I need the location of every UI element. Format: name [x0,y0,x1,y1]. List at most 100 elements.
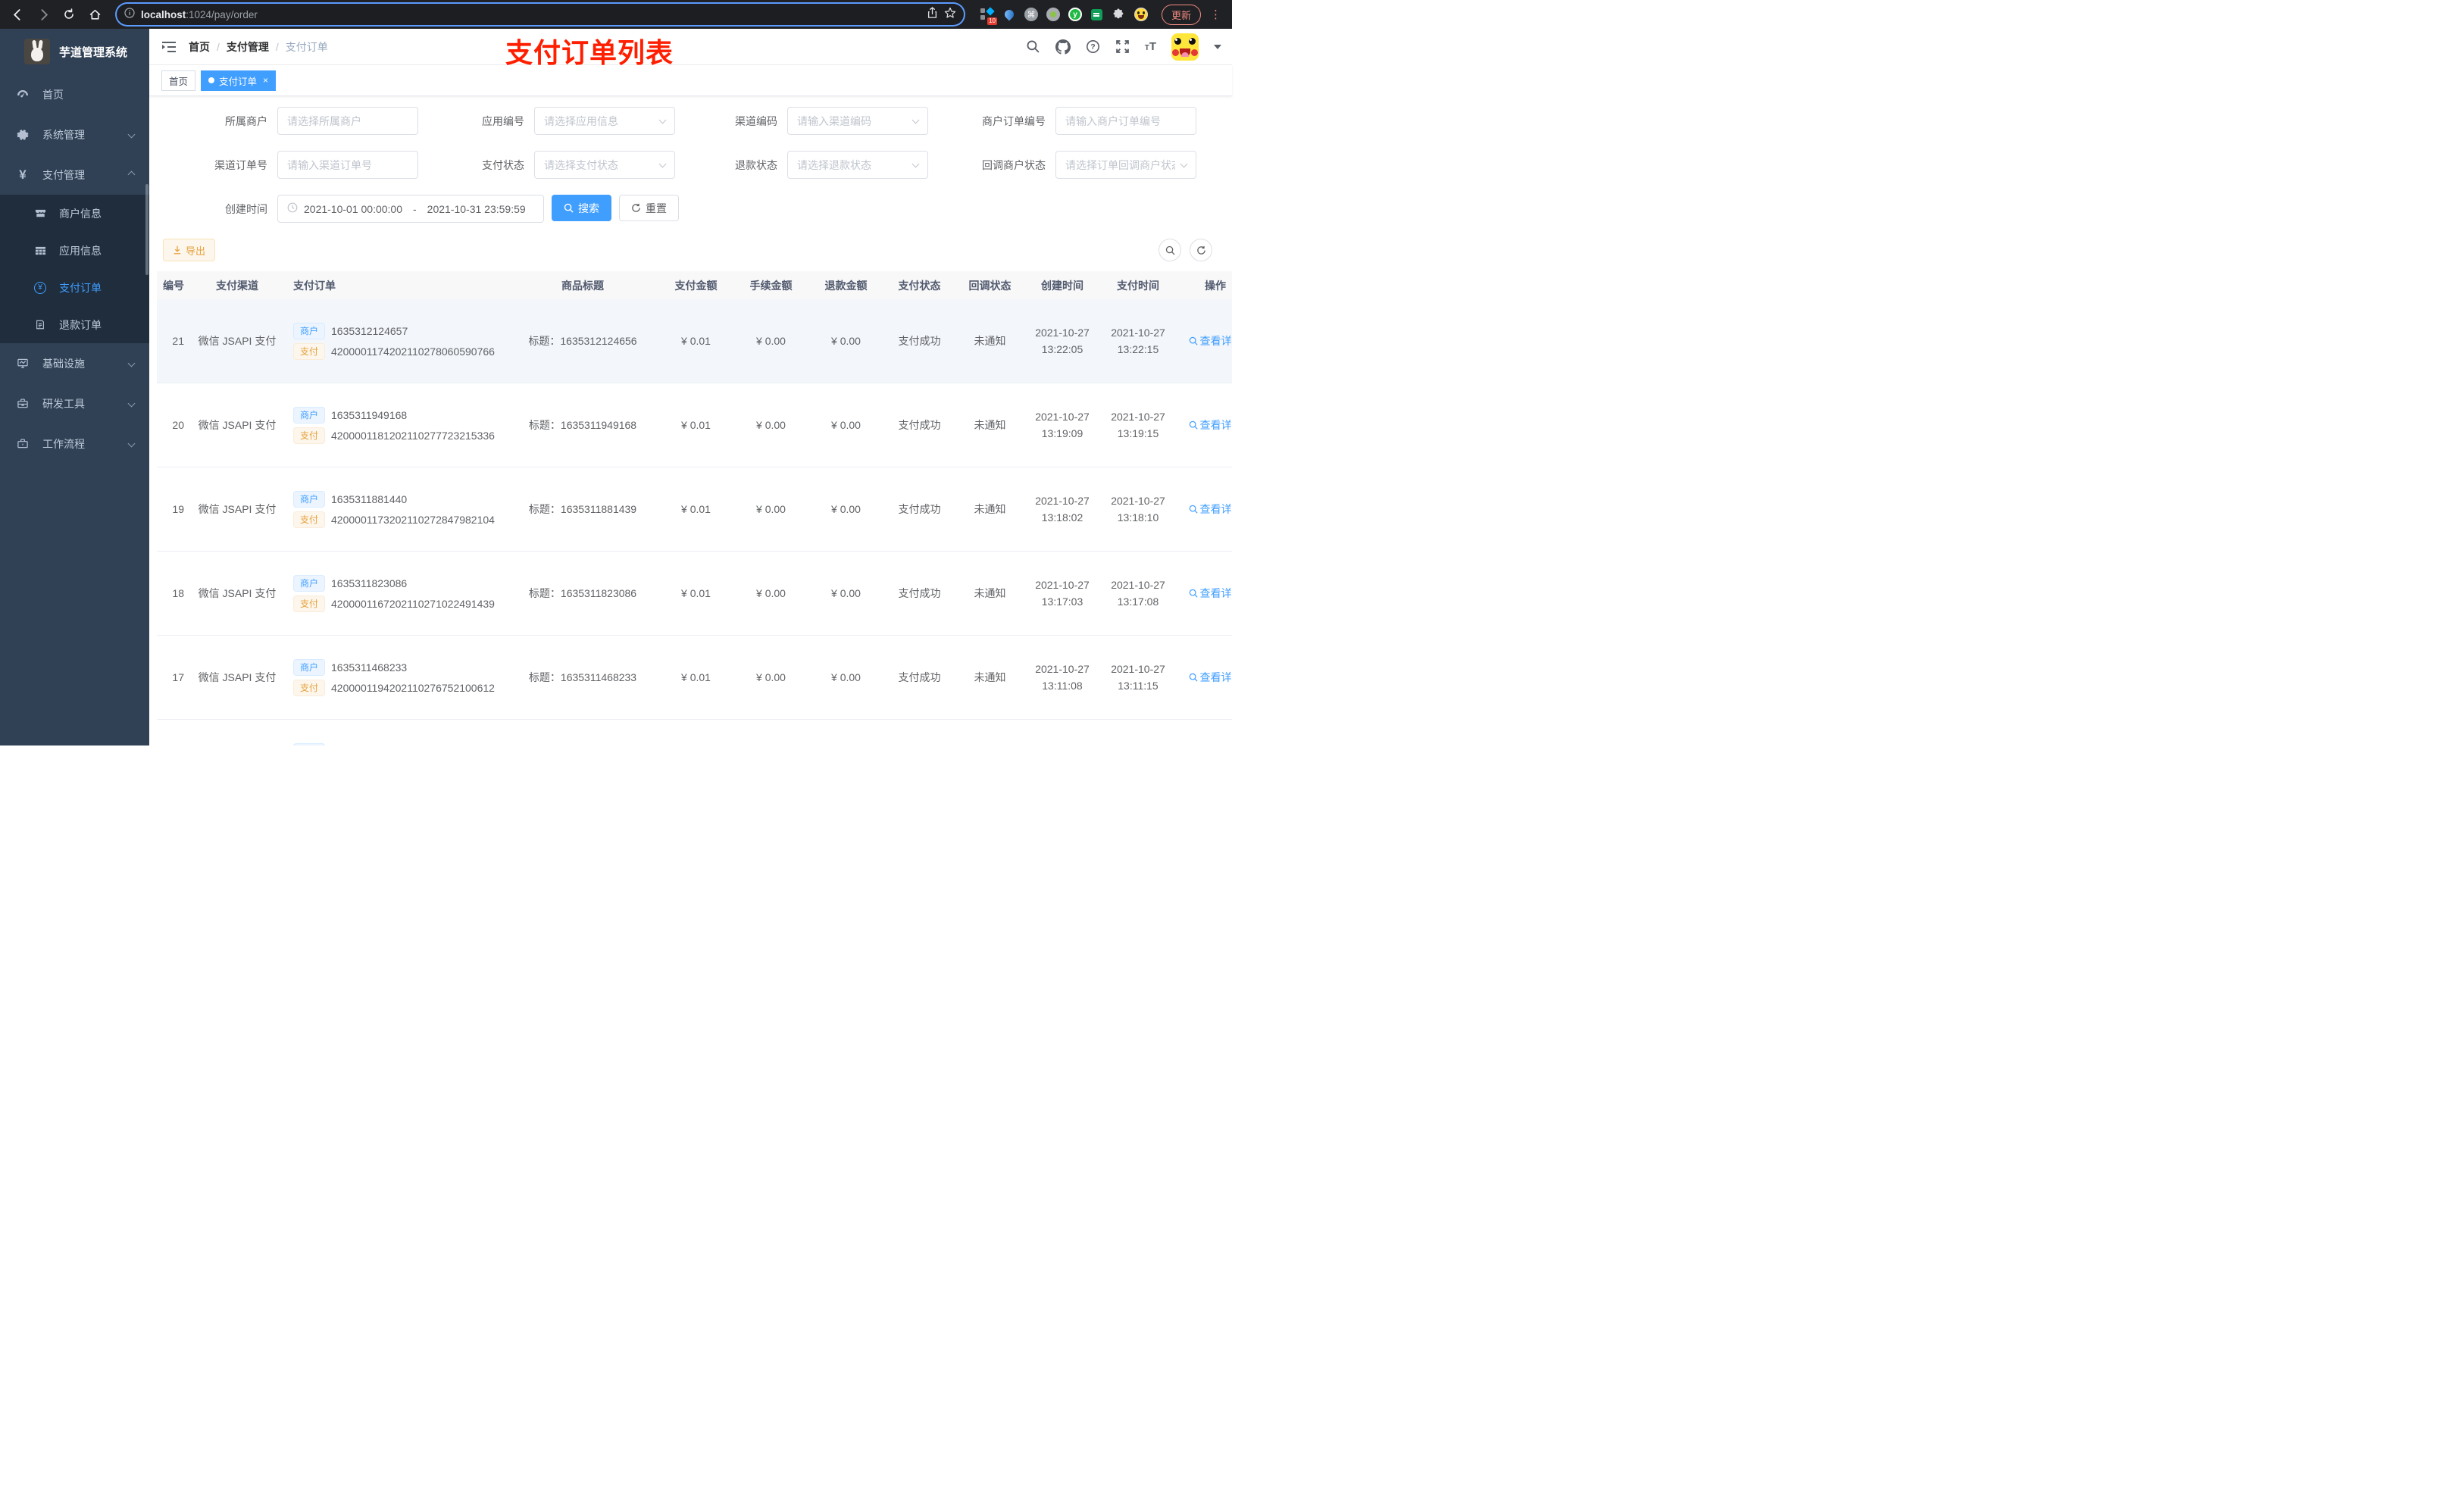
profile-emoji-icon[interactable] [1134,8,1148,21]
extension-recorder-icon[interactable] [1046,8,1060,21]
chevron-down-icon [658,116,667,123]
goods-title: 标题：1635311823086 [528,587,637,599]
channel-pay-no: 4200001194202110276752100612 [331,681,495,694]
orders-table: 编号 支付渠道 支付订单 商品标题 支付金额 手续金额 退款金额 支付状态 回调… [157,271,1232,746]
channel-code-select[interactable]: 请输入渠道编码 [787,107,928,135]
pay-channel: 微信 JSAPI 支付 [198,335,277,347]
extension-drop-icon[interactable] [1002,8,1016,21]
pay-status-select[interactable]: 请选择支付状态 [534,151,675,179]
view-detail-link[interactable]: 查看详情 [1189,417,1232,433]
channel-order-no-input[interactable]: 请输入渠道订单号 [277,151,418,179]
breadcrumb: 首页 / 支付管理 / 支付订单 [189,39,328,55]
fullscreen-icon[interactable] [1115,39,1130,54]
app-logo[interactable]: 芋道管理系统 [0,29,149,74]
sidebar-item-app-info[interactable]: 应用信息 [0,232,149,269]
paid-time: 2021-10-27 13:19:15 [1111,411,1165,439]
chevron-up-icon [127,170,136,179]
close-tab-icon[interactable]: × [263,75,268,86]
notify-status-select[interactable]: 请选择订单回调商户状态 [1055,151,1196,179]
created-time: 2021-10-27 13:22:05 [1035,327,1090,355]
sidebar-item-infra[interactable]: 基础设施 [0,343,149,383]
pay-status: 支付成功 [898,335,941,347]
fee-amount: ¥ 0.00 [756,587,786,599]
filter-label-channel-code: 渠道编码 [735,114,777,127]
table-toolbar: 导出 [157,239,1232,261]
sidebar-item-system[interactable]: 系统管理 [0,114,149,155]
breadcrumb-payment[interactable]: 支付管理 [227,39,269,55]
extension-command-icon[interactable]: ⌘ [1024,8,1038,21]
merchant-tag: 商户 [293,574,326,592]
app-select[interactable]: 请选择应用信息 [534,107,675,135]
export-button[interactable]: 导出 [163,239,216,261]
breadcrumb-home[interactable]: 首页 [189,39,210,55]
filter-label-notify-status: 回调商户状态 [982,158,1046,171]
pay-amount: ¥ 0.01 [681,671,711,683]
extension-y-icon[interactable]: y [1068,8,1082,21]
font-size-icon[interactable]: TT [1145,40,1156,53]
refund-status-select[interactable]: 请选择退款状态 [787,151,928,179]
sidebar-item-payment[interactable]: ¥ 支付管理 [0,155,149,195]
merchant-tag: 商户 [293,490,326,508]
sidebar-item-workflow[interactable]: 工作流程 [0,424,149,464]
address-bar[interactable]: localhost:1024/pay/order [117,4,964,25]
extensions-puzzle-icon[interactable] [1112,8,1126,21]
share-icon[interactable] [927,6,938,23]
table-row: 20 微信 JSAPI 支付 商户 1635311949168 支付 4200001… [157,383,1232,467]
filter-label-app: 应用编号 [482,114,524,127]
site-info-icon[interactable] [124,7,135,22]
back-icon[interactable] [8,5,27,24]
forward-icon[interactable] [33,5,53,24]
date-range-picker[interactable]: 2021-10-01 00:00:00 - 2021-10-31 23:59:5… [277,195,544,223]
github-icon[interactable] [1055,39,1071,55]
pay-amount: ¥ 0.01 [681,419,711,431]
pay-channel: 微信 JSAPI 支付 [198,587,277,599]
tag-home[interactable]: 首页 [161,70,196,91]
pay-amount: ¥ 0.01 [681,335,711,347]
pay-amount: ¥ 0.01 [681,587,711,599]
filter-label-merchant: 所属商户 [225,114,267,127]
sidebar-item-home[interactable]: 首页 [0,74,149,114]
view-detail-link[interactable]: 查看详情 [1189,586,1232,601]
tag-pay-order[interactable]: 支付订单 × [201,70,277,91]
notify-status: 未通知 [974,587,1006,599]
reload-icon[interactable] [59,5,79,24]
pay-tag: 支付 [293,427,326,444]
goods-title: 标题：1635312124656 [528,335,637,347]
reset-button[interactable]: 重置 [619,195,679,221]
refund-amount: ¥ 0.00 [831,335,861,347]
sidebar-item-refund-order[interactable]: 退款订单 [0,306,149,343]
chevron-down-icon [127,399,136,408]
sidebar-item-pay-order[interactable]: ¥ 支付订单 [0,269,149,306]
search-icon[interactable] [1026,39,1040,54]
user-avatar[interactable] [1171,33,1199,61]
home-icon[interactable] [85,5,105,24]
view-detail-link[interactable]: 查看详情 [1189,333,1232,349]
bookmark-star-icon[interactable] [944,7,956,23]
merchant-order-no-input[interactable]: 请输入商户订单编号 [1055,107,1196,135]
chevron-down-icon [127,359,136,367]
goods-title: 标题：1635311881439 [528,503,637,515]
view-detail-link[interactable]: 查看详情 [1189,502,1232,517]
help-icon[interactable]: ? [1086,39,1100,54]
pay-channel: 微信 JSAPI 支付 [198,503,277,515]
refresh-table-button[interactable] [1190,239,1212,261]
merchant-select[interactable]: 请选择所属商户 [277,107,418,135]
extension-badge-icon[interactable]: 10 [980,7,997,25]
sidebar-item-devtools[interactable]: 研发工具 [0,383,149,424]
chrome-menu-icon[interactable]: ⋮ [1207,8,1224,21]
show-search-button[interactable] [1159,239,1181,261]
channel-pay-no: 4200001181202110277723215336 [331,429,495,442]
search-button[interactable]: 搜索 [552,195,611,221]
chrome-update-button[interactable]: 更新 [1161,4,1201,25]
collapse-sidebar-icon[interactable] [161,39,178,55]
action-cell: 查看详情 [1176,586,1232,601]
user-menu-caret-icon[interactable] [1214,44,1221,49]
sidebar-item-merchant-info[interactable]: 商户信息 [0,195,149,232]
extension-chat-icon[interactable] [1090,8,1104,21]
view-detail-link[interactable]: 查看详情 [1189,670,1232,685]
action-cell: 查看详情 [1176,333,1232,349]
sidebar-scrollbar[interactable] [145,184,149,275]
merchant-order-no: 1635311823086 [331,577,408,589]
page-content: 所属商户 请选择所属商户 应用编号 请选择应用信息 渠道编码 请输入渠道编码 商… [149,96,1232,746]
fee-amount: ¥ 0.00 [756,671,786,683]
